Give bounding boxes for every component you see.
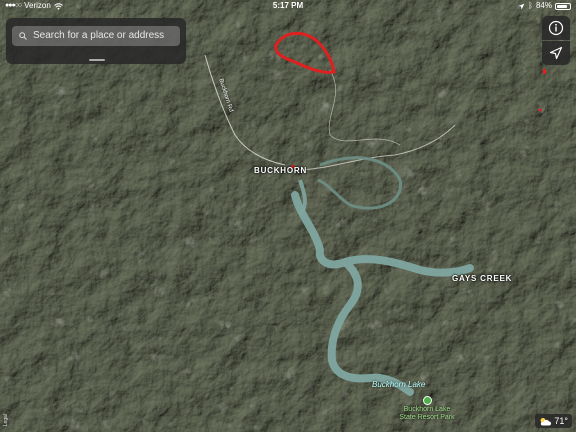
battery-percent: 84% [535, 1, 552, 10]
town-label[interactable]: BUCKHORN [254, 166, 307, 175]
search-icon [19, 32, 27, 40]
panel-grabber-handle[interactable] [89, 59, 105, 61]
park-poi-label[interactable]: Buckhorn Lake State Resort Park [399, 406, 455, 422]
search-panel: Search for a place or address [6, 18, 186, 64]
map-marker [538, 108, 542, 112]
temperature: 71° [554, 416, 568, 426]
battery-icon [555, 2, 571, 10]
info-button[interactable] [542, 16, 570, 40]
status-bar: ●●●○○ Verizon 5:17 PM ᛒ 84% [0, 0, 576, 12]
bluetooth-icon: ᛒ [528, 1, 533, 10]
legal-link[interactable]: Legal [3, 414, 9, 426]
location-arrow-icon [549, 46, 563, 60]
partly-cloudy-icon [540, 417, 552, 425]
search-placeholder: Search for a place or address [33, 30, 165, 41]
battery-level-fill [557, 4, 568, 8]
info-icon [548, 20, 564, 36]
search-input[interactable]: Search for a place or address [12, 26, 180, 46]
current-location-button[interactable] [542, 41, 570, 65]
clock: 5:17 PM [272, 1, 304, 10]
weather-badge: 71° [535, 414, 572, 428]
satellite-map[interactable] [0, 0, 576, 432]
park-poi-icon[interactable] [423, 396, 432, 405]
location-services-icon [518, 3, 525, 9]
lake-label[interactable]: Buckhorn Lake [372, 380, 425, 389]
community-label[interactable]: GAYS CREEK [452, 274, 512, 283]
map-marker [543, 69, 546, 74]
